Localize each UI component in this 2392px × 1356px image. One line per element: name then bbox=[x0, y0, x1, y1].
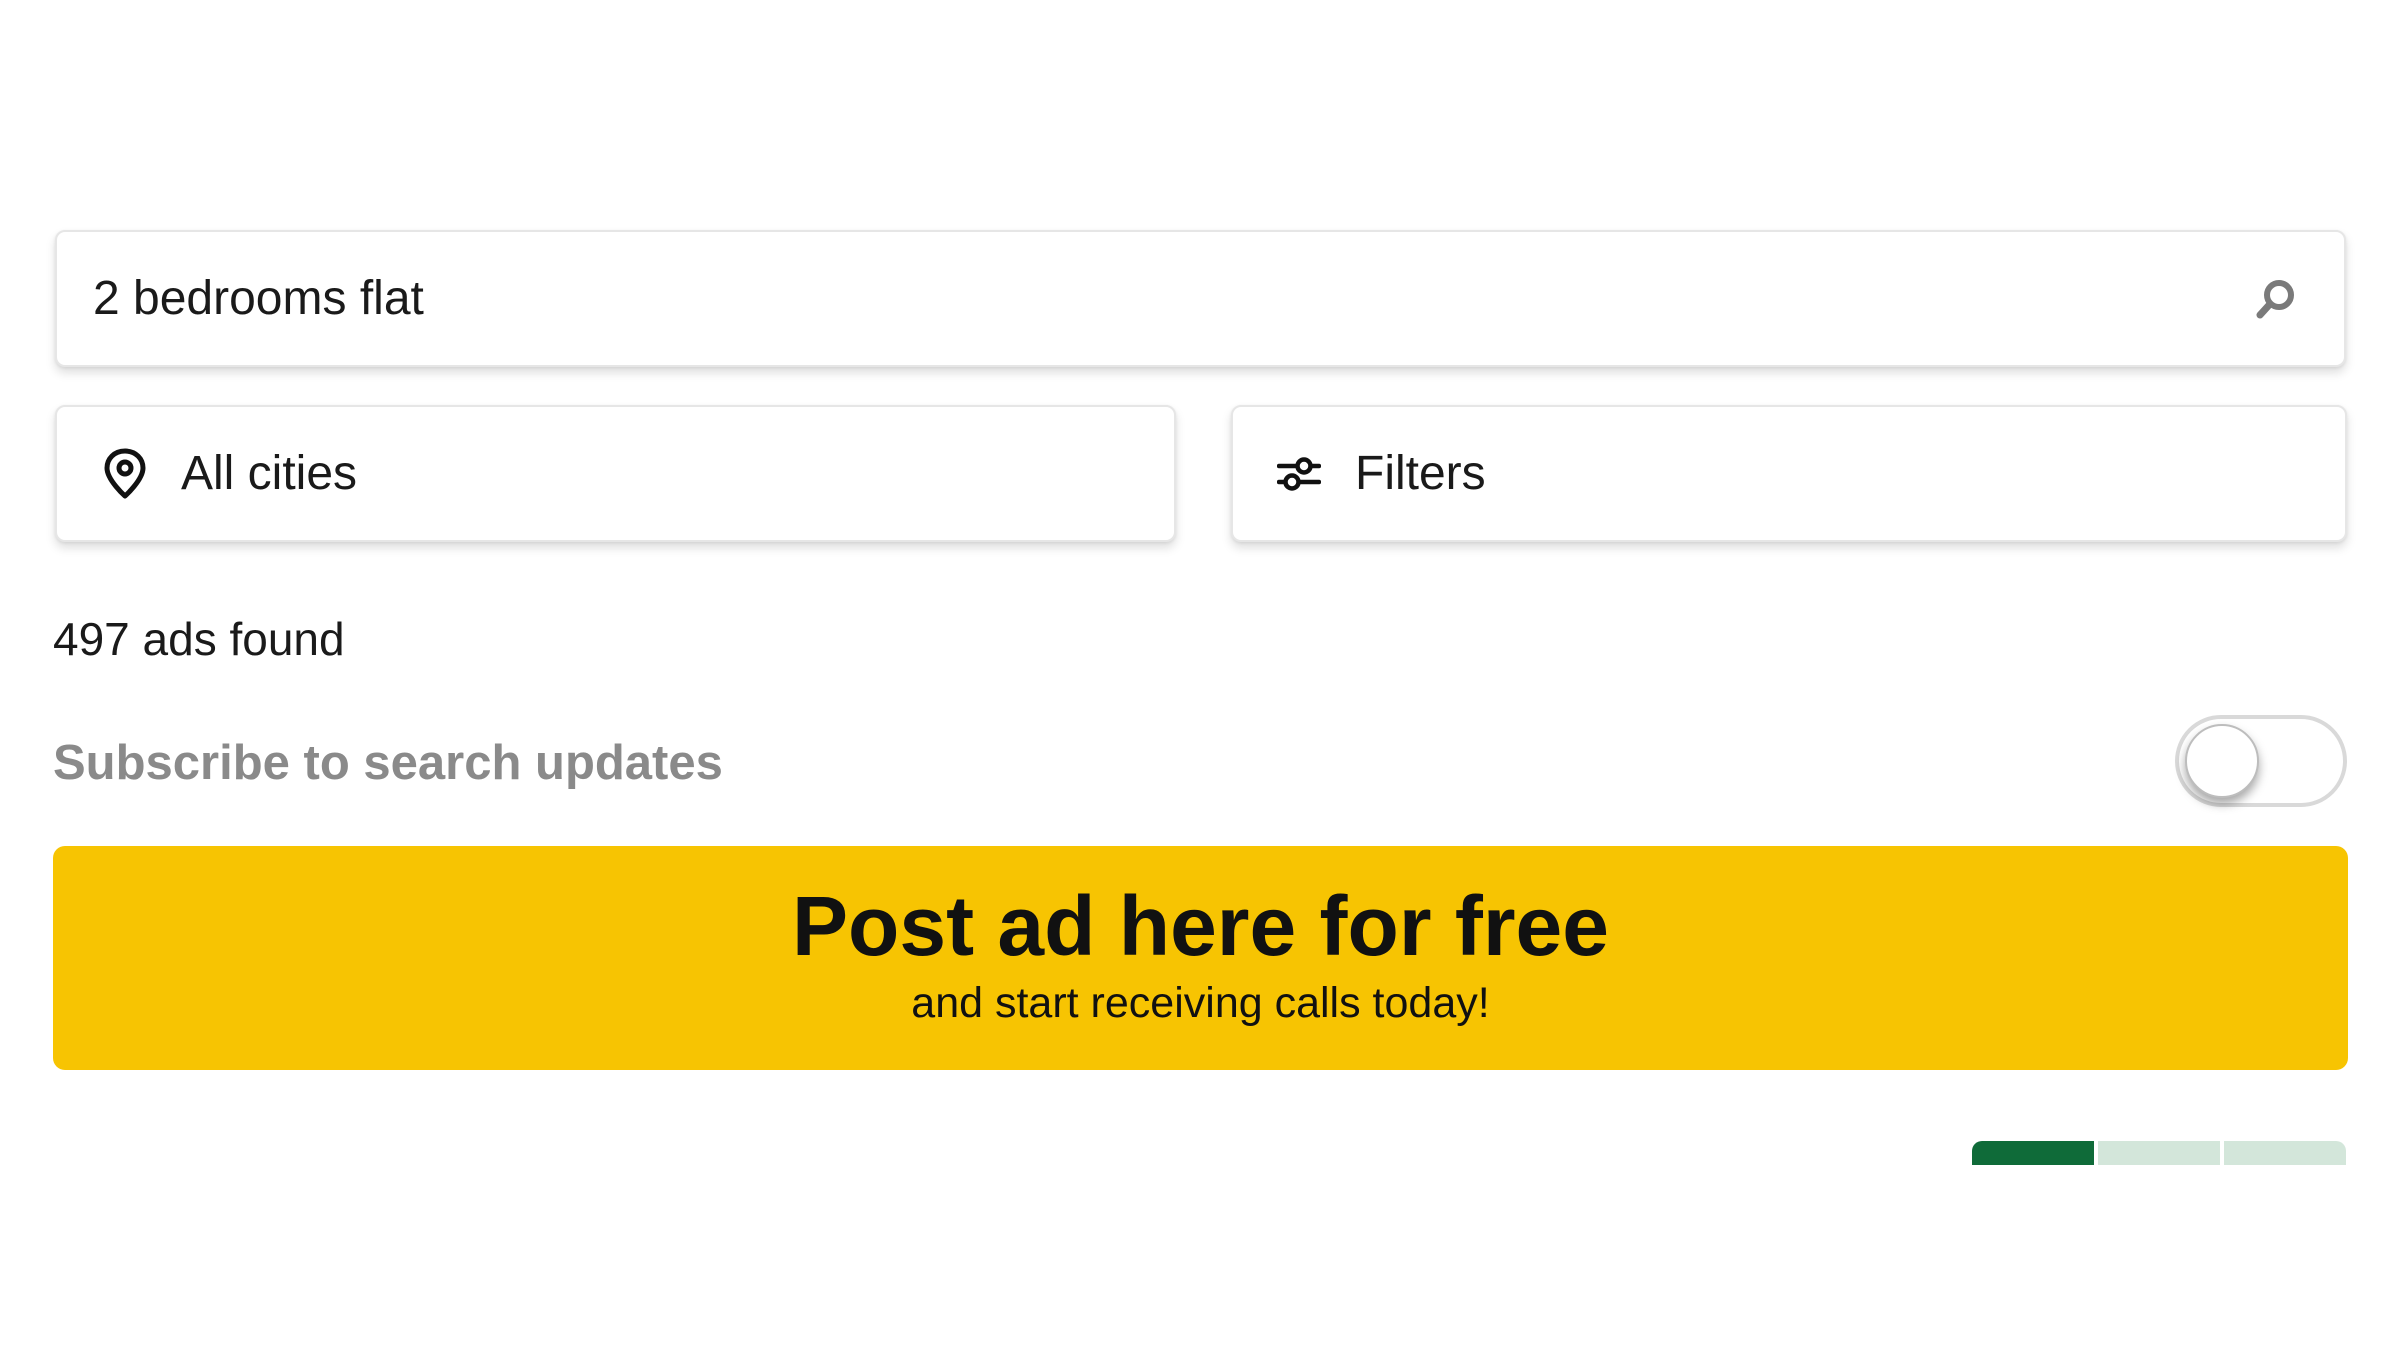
sliders-icon bbox=[1273, 446, 1325, 502]
filters-label: Filters bbox=[1355, 447, 1486, 500]
subscribe-label: Subscribe to search updates bbox=[53, 736, 723, 790]
search-icon[interactable] bbox=[2250, 273, 2302, 325]
filters-button[interactable]: Filters bbox=[1231, 405, 2347, 542]
pager-segment[interactable] bbox=[2098, 1141, 2220, 1165]
city-selector[interactable]: All cities bbox=[55, 405, 1176, 542]
search-input[interactable] bbox=[93, 232, 2250, 365]
toggle-knob[interactable] bbox=[2185, 724, 2259, 798]
pager-segment[interactable] bbox=[2224, 1141, 2346, 1165]
search-bar[interactable] bbox=[55, 230, 2346, 367]
subscribe-toggle[interactable] bbox=[2175, 715, 2347, 807]
pager-segment[interactable] bbox=[1972, 1141, 2094, 1165]
carousel-pager bbox=[1972, 1141, 2346, 1165]
post-ad-banner[interactable]: Post ad here for free and start receivin… bbox=[53, 846, 2348, 1070]
post-ad-title: Post ad here for free bbox=[792, 878, 1609, 973]
location-pin-icon bbox=[99, 446, 151, 502]
city-selector-label: All cities bbox=[181, 447, 358, 500]
post-ad-subtitle: and start receiving calls today! bbox=[911, 978, 1490, 1027]
results-count: 497 ads found bbox=[53, 613, 345, 665]
